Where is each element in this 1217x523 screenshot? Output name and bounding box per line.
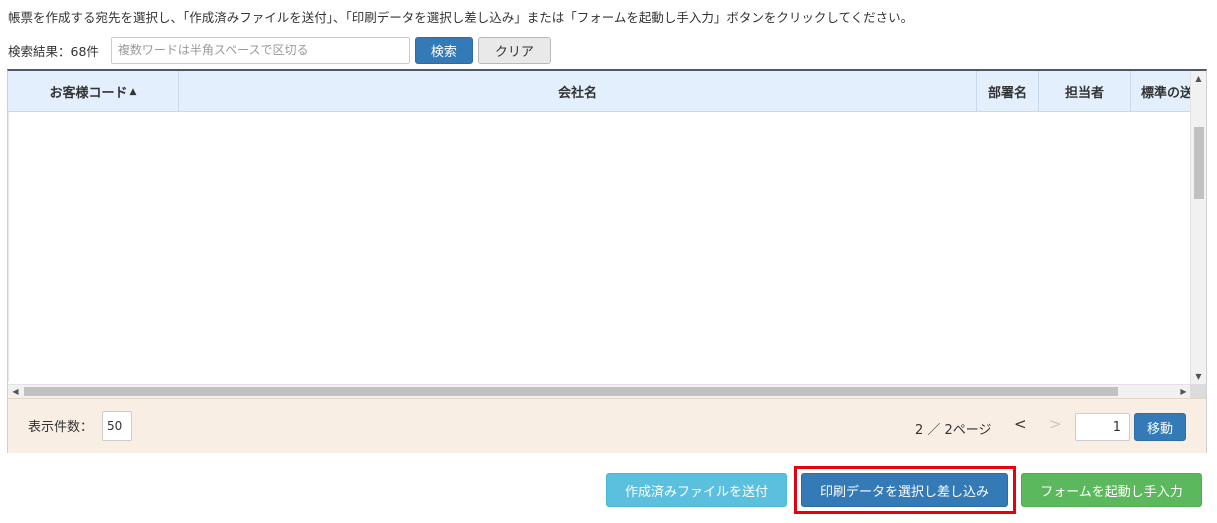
launch-form-input-button[interactable]: フォームを起動し手入力 [1021,473,1202,507]
previous-page-button[interactable]: < [1014,415,1027,433]
scroll-right-icon[interactable]: ▶ [1176,385,1191,398]
column-header-company-name[interactable]: 会社名 [179,71,977,111]
column-header-label: 部署名 [987,86,1027,101]
column-header-contact-person[interactable]: 担当者 [1039,71,1131,111]
column-header-department[interactable]: 部署名 [977,71,1039,111]
page-number-input[interactable] [1075,413,1130,441]
grid-body [8,112,1191,382]
column-header-label: 標準の送 [1141,86,1191,101]
select-print-data-button[interactable]: 印刷データを選択し差し込み [801,473,1008,507]
customer-grid: お客様コード ▲ 会社名 部署名 担当者 標準の送 ▲ ▼ ◀ ▶ 表示件数： … [7,69,1207,453]
sort-ascending-icon: ▲ [129,86,137,97]
column-header-customer-code[interactable]: お客様コード ▲ [8,71,179,111]
instruction-text: 帳票を作成する宛先を選択し、「作成済みファイルを送付」、「印刷データを選択し差し… [8,10,914,25]
column-header-label: 会社名 [557,86,597,101]
result-count: 検索結果：68件 [8,43,99,59]
pagination-bar: 表示件数： 2 ／ 2ページ < > 移動 [8,398,1206,453]
action-buttons: 作成済みファイルを送付 印刷データを選択し差し込み フォームを起動し手入力 [0,465,1217,515]
search-input[interactable] [110,36,410,64]
scroll-down-icon[interactable]: ▼ [1191,369,1206,384]
page-size-input[interactable] [102,411,132,441]
horizontal-scroll-thumb[interactable] [24,387,1118,396]
clear-button[interactable]: クリア [477,36,551,64]
page-info: 2 ／ 2ページ [915,423,992,438]
send-created-file-button[interactable]: 作成済みファイルを送付 [606,473,787,507]
vertical-scroll-thumb[interactable] [1194,127,1204,199]
search-button[interactable]: 検索 [414,36,473,64]
column-header-default-send[interactable]: 標準の送 [1131,71,1191,111]
scroll-left-icon[interactable]: ◀ [8,385,23,398]
move-page-button[interactable]: 移動 [1134,413,1186,441]
scroll-up-icon[interactable]: ▲ [1191,71,1206,86]
column-header-label: お客様コード [49,86,128,101]
horizontal-scrollbar[interactable]: ◀ ▶ [8,384,1191,398]
page-size-label: 表示件数： [28,420,94,435]
search-bar: 検索結果：68件 検索 クリア [8,36,551,64]
column-header-label: 担当者 [1064,86,1104,101]
vertical-scrollbar[interactable]: ▲ ▼ [1190,71,1206,384]
scrollbar-corner [1190,384,1206,398]
grid-header: お客様コード ▲ 会社名 部署名 担当者 標準の送 [8,71,1191,112]
next-page-button[interactable]: > [1049,415,1062,433]
